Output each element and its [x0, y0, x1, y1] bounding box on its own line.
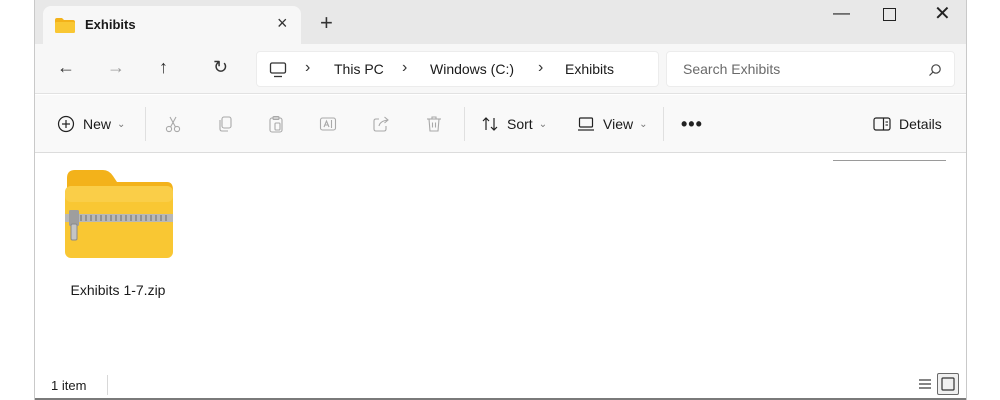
rename-button[interactable] — [319, 95, 337, 153]
sort-label: Sort — [507, 116, 533, 132]
chevron-down-icon: ⌄ — [538, 118, 548, 130]
file-name: Exhibits 1-7.zip — [70, 282, 166, 298]
navigation-bar: ← → ↑ ↻ › This PC › Windows (C:) › Exhib… — [35, 44, 966, 94]
divider — [107, 375, 108, 395]
scissors-icon — [165, 116, 181, 133]
more-icon: ••• — [681, 113, 703, 134]
chevron-down-icon: ⌄ — [117, 118, 126, 130]
sort-button[interactable]: Sort ⌄ — [481, 95, 547, 153]
rename-icon — [319, 117, 337, 131]
breadcrumb-separator: › — [538, 59, 544, 76]
breadcrumb-exhibits[interactable]: Exhibits — [565, 61, 614, 77]
zip-folder-icon — [65, 170, 173, 258]
details-view-icon[interactable] — [916, 375, 934, 393]
up-button[interactable]: ↑ — [159, 58, 168, 76]
paste-button[interactable] — [267, 95, 285, 153]
more-options-button[interactable]: ••• — [681, 95, 703, 153]
breadcrumb-separator: › — [305, 59, 311, 76]
details-label: Details — [899, 116, 942, 132]
view-icon — [578, 117, 594, 131]
copy-icon — [219, 116, 232, 132]
divider — [663, 107, 664, 141]
copy-button[interactable] — [216, 95, 234, 153]
sort-icon — [482, 117, 498, 131]
folder-icon — [55, 18, 75, 33]
search-placeholder: Search Exhibits — [683, 61, 781, 77]
new-button[interactable]: New ⌄ — [57, 95, 125, 153]
file-item[interactable]: Exhibits 1-7.zip — [59, 166, 177, 306]
file-explorer-window: Exhibits × + — ✕ ← → ↑ ↻ › This PC › Win… — [34, 0, 967, 400]
new-tab-button[interactable]: + — [320, 12, 333, 34]
command-bar: New ⌄ Sort ⌄ View ⌄ ••• Details — [35, 95, 966, 153]
breadcrumb-windows-c[interactable]: Windows (C:) — [430, 61, 514, 77]
forward-button[interactable]: → — [107, 58, 125, 76]
title-bar: Exhibits × + — ✕ — [35, 0, 966, 44]
tiles-view-icon — [941, 377, 955, 391]
chevron-down-icon: ⌄ — [639, 118, 648, 130]
file-view[interactable]: Exhibits 1-7.zip — [35, 154, 966, 366]
breadcrumb-separator: › — [402, 59, 408, 76]
minimize-button[interactable]: — — [833, 4, 850, 21]
share-icon — [373, 116, 389, 132]
maximize-button[interactable] — [883, 8, 896, 21]
plus-circle-icon — [57, 115, 75, 133]
details-pane-icon — [873, 117, 891, 131]
details-pane-button[interactable]: Details — [873, 95, 942, 153]
back-button[interactable]: ← — [57, 58, 75, 76]
close-window-button[interactable]: ✕ — [934, 4, 951, 24]
search-icon — [929, 64, 941, 76]
large-icons-view-button[interactable] — [937, 373, 959, 395]
tab-close-button[interactable]: × — [277, 14, 288, 32]
new-label: New — [83, 116, 112, 132]
scroll-indicator — [833, 160, 946, 161]
trash-icon — [427, 116, 441, 132]
view-label: View — [603, 116, 634, 132]
refresh-button[interactable]: ↻ — [213, 58, 228, 76]
breadcrumb-this-pc[interactable]: This PC — [334, 61, 384, 77]
clipboard-icon — [269, 115, 283, 133]
search-box[interactable]: Search Exhibits — [666, 51, 955, 87]
cut-button[interactable] — [164, 95, 182, 153]
item-count: 1 item — [51, 378, 87, 393]
view-button[interactable]: View ⌄ — [577, 95, 647, 153]
address-bar[interactable]: › This PC › Windows (C:) › Exhibits — [256, 51, 659, 87]
share-button[interactable] — [372, 95, 390, 153]
tab-exhibits[interactable]: Exhibits × — [43, 6, 301, 44]
divider — [464, 107, 465, 141]
computer-icon — [269, 62, 287, 78]
tab-title: Exhibits — [85, 17, 136, 32]
status-bar: 1 item — [35, 366, 966, 400]
delete-button[interactable] — [425, 95, 443, 153]
divider — [145, 107, 146, 141]
